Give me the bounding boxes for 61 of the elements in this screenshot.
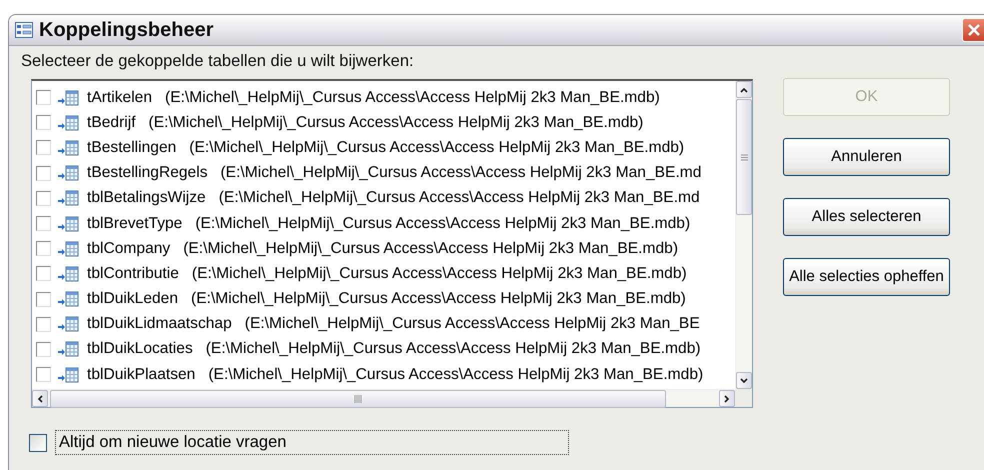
window-title: Koppelingsbeheer bbox=[39, 18, 214, 42]
caret-down-icon bbox=[740, 378, 748, 384]
scrollbar-corner bbox=[735, 389, 752, 407]
table-checkbox[interactable] bbox=[36, 292, 51, 307]
linked-table-icon bbox=[57, 114, 79, 131]
linked-table-name[interactable]: tBestellingRegels (E:\Michel\_HelpMij\_Cursus Access\Access HelpMij 2k3 Man_BE.md bbox=[87, 164, 702, 182]
location-checkbox[interactable] bbox=[29, 434, 47, 452]
caret-right-icon bbox=[724, 394, 730, 402]
linked-table-icon bbox=[57, 266, 79, 282]
table-checkbox[interactable] bbox=[36, 216, 51, 232]
linked-table-name[interactable]: tblDuikLidmaatschap (E:\Michel\_HelpMij\_Cursus Access\Access HelpMij 2k3 Man_BE bbox=[87, 315, 700, 334]
linked-table-name[interactable]: tBedrijf (E:\Michel\_HelpMij\_Cursus Access\Access HelpMij 2k3 Man_BE.mdb) bbox=[87, 114, 644, 132]
linked-table-name[interactable]: tblBrevetType (E:\Michel\_HelpMij\_Cursus Access\Access HelpMij 2k3 Man_BE.mdb) bbox=[87, 214, 690, 233]
dialog-button[interactable]: Alle selecties opheffen bbox=[783, 258, 950, 296]
linked-table-name[interactable]: tBestellingen (E:\Michel\_HelpMij\_Cursus Access\Access HelpMij 2k3 Man_BE.mdb) bbox=[87, 138, 684, 157]
linked-table-icon bbox=[57, 140, 79, 156]
linked-table-name[interactable]: tblCompany (E:\Michel\_HelpMij\_Cursus Access\Access HelpMij 2k3 Man_BE.mdb) bbox=[87, 240, 678, 258]
scroll-down-button[interactable] bbox=[736, 372, 752, 389]
checkbox-label[interactable]: Altijd om nieuwe locatie vragen bbox=[55, 430, 569, 455]
caret-left-icon bbox=[37, 394, 43, 402]
linked-table-name[interactable]: tblBetalingsWijze (E:\Michel\_HelpMij\_Cursus Access\Access HelpMij 2k3 Man_BE.md bbox=[87, 189, 700, 208]
linked-table-icon bbox=[57, 216, 79, 232]
table-checkbox[interactable] bbox=[36, 316, 51, 332]
table-checkbox[interactable] bbox=[36, 90, 51, 106]
linked-table-icon bbox=[57, 240, 79, 257]
table-checkbox[interactable] bbox=[36, 266, 51, 282]
linked-table-name[interactable]: tblDuikLocaties (E:\Michel\_HelpMij\_Cursus Access\Access HelpMij 2k3 Man_BE.mdb) bbox=[87, 340, 701, 358]
grip-icon bbox=[740, 154, 748, 160]
scroll-up-button[interactable] bbox=[736, 81, 752, 98]
linked-table-icon bbox=[57, 291, 79, 308]
linked-table-name[interactable]: tblContributie (E:\Michel\_HelpMij\_Cursus Access\Access HelpMij 2k3 Man_BE.mdb) bbox=[87, 264, 687, 283]
horizontal-scrollbar[interactable] bbox=[32, 389, 735, 407]
linked-table-icon bbox=[57, 190, 79, 206]
dialog-button[interactable]: Annuleren bbox=[783, 138, 950, 176]
linked-table-icon bbox=[57, 165, 79, 182]
vertical-scrollbar[interactable] bbox=[735, 81, 752, 389]
linked-table-icon bbox=[57, 366, 79, 383]
linked-table-name[interactable]: tblDuikLeden (E:\Michel\_HelpMij\_Cursus Access\Access HelpMij 2k3 Man_BE.mdb) bbox=[87, 290, 686, 308]
scroll-right-button[interactable] bbox=[719, 390, 735, 407]
table-checkbox[interactable] bbox=[36, 241, 51, 256]
table-checkbox[interactable] bbox=[36, 342, 51, 357]
form-icon bbox=[15, 22, 33, 38]
instruction-text: Selecteer de gekoppelde tabellen die u wilt bijwerken: bbox=[21, 52, 415, 71]
close-icon bbox=[966, 23, 980, 37]
table-checkbox[interactable] bbox=[36, 115, 51, 130]
linked-table-icon bbox=[57, 316, 79, 332]
scroll-thumb[interactable] bbox=[50, 390, 666, 408]
linked-table-name[interactable]: tArtikelen (E:\Michel\_HelpMij\_Cursus Access\Access HelpMij 2k3 Man_BE.mdb) bbox=[87, 88, 660, 107]
linked-table-name[interactable]: tblDuikPlaatsen (E:\Michel\_HelpMij\_Cursus Access\Access HelpMij 2k3 Man_BE.mdb) bbox=[87, 366, 704, 384]
table-checkbox[interactable] bbox=[36, 367, 51, 382]
dialog-button[interactable]: Alles selecteren bbox=[783, 198, 950, 236]
table-checkbox[interactable] bbox=[36, 190, 51, 206]
linked-table-icon bbox=[57, 90, 79, 106]
caret-up-icon bbox=[740, 86, 748, 92]
scroll-left-button[interactable] bbox=[32, 390, 48, 407]
grip-icon bbox=[354, 394, 362, 402]
linked-table-icon bbox=[57, 341, 79, 358]
table-checkbox[interactable] bbox=[36, 166, 51, 181]
close-button[interactable] bbox=[962, 18, 984, 42]
table-checkbox[interactable] bbox=[36, 140, 51, 156]
scroll-thumb[interactable] bbox=[736, 99, 752, 215]
